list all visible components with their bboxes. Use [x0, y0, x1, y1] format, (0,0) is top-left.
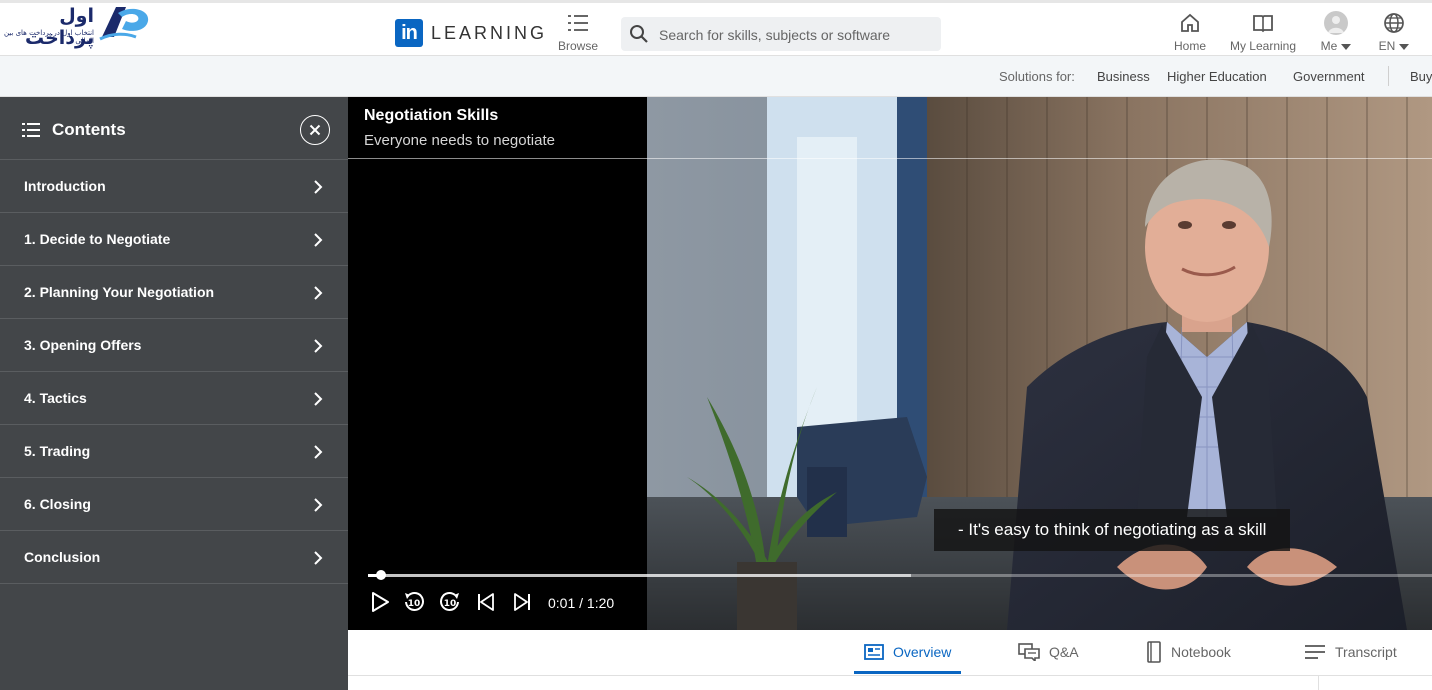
browse-button[interactable]: Browse	[556, 11, 600, 53]
transcript-lines-icon	[1304, 644, 1326, 660]
toc-item[interactable]: 5. Trading	[0, 425, 348, 478]
chevron-right-icon	[314, 286, 323, 300]
notebook-icon	[1146, 641, 1162, 663]
forward-10-icon[interactable]: 10	[439, 591, 461, 613]
content-tabs: Overview Q&A Notebook Transcript	[348, 630, 1432, 676]
chevron-right-icon	[314, 551, 323, 565]
brand-logo[interactable]: اول پرداخت انتخاب اول در پرداخت های بین …	[0, 3, 152, 49]
progress-scrubber-handle[interactable]	[376, 570, 387, 580]
close-icon	[309, 124, 321, 136]
toc-item-label: 4. Tactics	[24, 390, 87, 406]
divider	[1388, 66, 1389, 86]
contents-sidebar: Contents Introduction 1. Decide to Negot…	[0, 97, 348, 690]
brand-tagline: انتخاب اول در پرداخت های بین المللی	[3, 29, 94, 45]
video-title: Everyone needs to negotiate	[364, 132, 555, 149]
tab-transcript[interactable]: Transcript	[1304, 630, 1397, 674]
contents-title: Contents	[52, 120, 126, 139]
tab-notebook-label: Notebook	[1171, 644, 1231, 660]
nav-home[interactable]: Home	[1170, 11, 1210, 53]
chevron-down-icon	[1399, 43, 1410, 50]
nav-home-label: Home	[1173, 39, 1206, 53]
solutions-bar: Solutions for: Business Higher Education…	[0, 56, 1432, 97]
toc-item-label: Conclusion	[24, 549, 101, 565]
nav-me[interactable]: Me	[1316, 11, 1356, 53]
nav-my-learning[interactable]: My Learning	[1228, 11, 1298, 53]
progress-buffered	[368, 574, 911, 577]
buy-link[interactable]: Buy	[1410, 69, 1432, 84]
time-display: 0:01 / 1:20	[548, 595, 615, 611]
video-player[interactable]: Negotiation Skills Everyone needs to neg…	[348, 97, 1432, 630]
solutions-link-business[interactable]: Business	[1097, 69, 1150, 84]
home-icon	[1170, 11, 1210, 35]
chevron-down-icon	[1341, 43, 1352, 50]
chat-bubbles-icon	[1018, 643, 1040, 661]
closed-caption: - It's easy to think of negotiating as a…	[934, 509, 1291, 551]
toc-item[interactable]: 4. Tactics	[0, 372, 348, 425]
course-title: Negotiation Skills	[364, 107, 499, 124]
solutions-link-government[interactable]: Government	[1293, 69, 1365, 84]
search-input[interactable]	[657, 17, 937, 53]
learning-wordmark: LEARNING	[431, 22, 548, 43]
search-bar[interactable]	[621, 17, 941, 53]
toc-item-label: 6. Closing	[24, 496, 91, 512]
browse-list-icon	[556, 11, 600, 35]
book-icon	[1228, 11, 1298, 35]
toc-item[interactable]: 2. Planning Your Negotiation	[0, 266, 348, 319]
top-header: اول پرداخت انتخاب اول در پرداخت های بین …	[0, 0, 1432, 56]
toc-item[interactable]: Conclusion	[0, 531, 348, 584]
solutions-label: Solutions for:	[999, 69, 1075, 84]
user-silhouette-icon	[1328, 16, 1344, 33]
progress-bar[interactable]	[368, 574, 1432, 577]
next-video-icon[interactable]	[512, 591, 532, 613]
tab-transcript-label: Transcript	[1335, 644, 1397, 660]
tab-overview[interactable]: Overview	[854, 630, 961, 674]
chevron-right-icon	[314, 339, 323, 353]
browse-label: Browse	[557, 39, 598, 53]
toc-item[interactable]: 1. Decide to Negotiate	[0, 213, 348, 266]
chevron-right-icon	[314, 180, 323, 194]
list-icon	[22, 123, 40, 137]
toc-item-label: 3. Opening Offers	[24, 337, 142, 353]
chevron-right-icon	[314, 392, 323, 406]
globe-icon	[1374, 11, 1414, 35]
title-divider	[348, 158, 1432, 159]
tab-qa[interactable]: Q&A	[1018, 630, 1079, 674]
nav-language-label: EN	[1378, 39, 1396, 53]
nav-language[interactable]: EN	[1374, 11, 1414, 53]
play-icon[interactable]	[370, 591, 390, 613]
toc-item[interactable]: 3. Opening Offers	[0, 319, 348, 372]
toc-item-label: 1. Decide to Negotiate	[24, 231, 171, 247]
toc-item[interactable]: Introduction	[0, 160, 348, 213]
chevron-right-icon	[314, 498, 323, 512]
toc-item-label: 5. Trading	[24, 443, 91, 459]
contents-header: Contents	[0, 97, 348, 160]
overview-icon	[864, 644, 884, 660]
toc-item[interactable]: 6. Closing	[0, 478, 348, 531]
toc-item-label: 2. Planning Your Negotiation	[24, 284, 215, 300]
previous-video-icon[interactable]	[476, 591, 496, 613]
rewind-10-icon[interactable]: 10	[403, 591, 425, 613]
search-icon	[630, 25, 648, 43]
svg-text:10: 10	[408, 599, 421, 609]
tab-overview-label: Overview	[893, 644, 952, 660]
solutions-link-higher-education[interactable]: Higher Education	[1167, 69, 1267, 84]
avatar	[1324, 11, 1348, 35]
brand-mark-icon	[99, 7, 149, 41]
chevron-right-icon	[314, 445, 323, 459]
tab-notebook[interactable]: Notebook	[1146, 630, 1231, 674]
linkedin-in-icon: in	[395, 19, 423, 47]
svg-text:10: 10	[444, 599, 457, 609]
tab-qa-label: Q&A	[1049, 644, 1079, 660]
chevron-right-icon	[314, 233, 323, 247]
divider	[1318, 676, 1319, 690]
nav-my-learning-label: My Learning	[1229, 39, 1297, 53]
nav-me-label: Me	[1320, 39, 1338, 53]
toc-item-label: Introduction	[24, 178, 106, 194]
close-contents-button[interactable]	[300, 115, 330, 145]
linkedin-learning-logo[interactable]: in LEARNING	[395, 19, 547, 47]
